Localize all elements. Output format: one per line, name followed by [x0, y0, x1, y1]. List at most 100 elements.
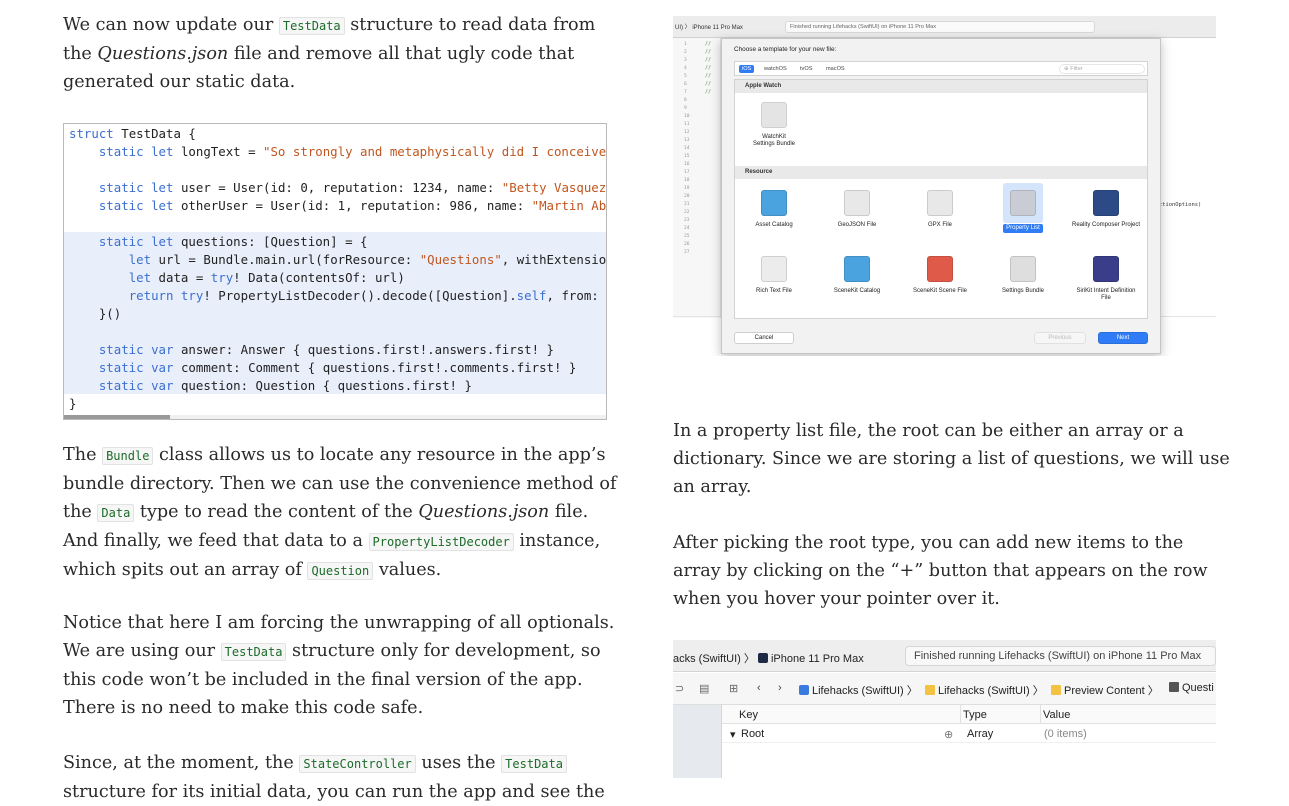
line-number: 23 — [684, 218, 690, 223]
template-label: GeoJSON File — [837, 222, 877, 228]
path-item-project[interactable]: Lifehacks (SwiftUI) 〉 — [799, 682, 918, 698]
template-label: Rich Text File — [756, 288, 792, 294]
code-line: static var question: Question { question… — [98, 378, 472, 393]
file-icon — [1169, 682, 1179, 692]
tab-macos[interactable]: macOS — [823, 65, 848, 73]
paragraph-add-items: After picking the root type, you can add… — [673, 529, 1233, 613]
text: After picking the root type, you can add… — [673, 533, 1208, 609]
path-item-file[interactable]: Questi — [1169, 682, 1214, 694]
code-block: struct TestData { static let longText = … — [63, 123, 607, 420]
line-number: 22 — [684, 210, 690, 215]
template-tile[interactable]: Settings Bundle — [988, 256, 1058, 295]
template-watchkit-settings[interactable]: WatchKit Settings Bundle — [739, 102, 809, 148]
device-name: iPhone 11 Pro Max — [770, 653, 864, 665]
template-tile[interactable]: Property List — [988, 183, 1058, 234]
line-number: 27 — [684, 250, 690, 255]
scrollbar-thumb[interactable] — [64, 415, 170, 419]
line-number: 17 — [684, 170, 690, 175]
section-header-resource: Resource — [735, 166, 1147, 179]
template-tile[interactable]: SiriKit Intent Definition File — [1071, 256, 1141, 302]
line-number: 8 — [684, 98, 687, 103]
template-label: GPX File — [927, 222, 952, 228]
code-comment: // — [705, 65, 712, 71]
line-number: 9 — [684, 106, 687, 111]
template-tile[interactable]: GPX File — [905, 190, 975, 229]
template-tile[interactable]: SceneKit Catalog — [822, 256, 892, 295]
template-label: Asset Catalog — [755, 222, 793, 228]
line-number: 4 — [684, 66, 687, 71]
column-type[interactable]: Type — [963, 709, 987, 721]
next-button[interactable]: Next — [1098, 332, 1148, 344]
code-line: static let questions: [Question] = { — [98, 234, 368, 249]
template-icon — [844, 256, 870, 282]
path-item-preview[interactable]: Preview Content 〉 — [1051, 682, 1159, 698]
row-stepper-icon[interactable]: ⊕ — [944, 728, 953, 741]
tab-watchos[interactable]: watchOS — [761, 65, 790, 73]
xcode-template-screenshot: UI) 〉 iPhone 11 Pro Max Finished running… — [673, 16, 1216, 356]
line-number: 1 — [684, 42, 687, 47]
code-line: } — [69, 396, 77, 411]
line-number: 14 — [684, 146, 690, 151]
template-label: Property List — [1003, 224, 1043, 233]
editor-gutter — [673, 705, 722, 778]
plist-header: Key Type Value — [722, 705, 1216, 724]
template-label: Reality Composer Project — [1071, 222, 1141, 228]
disclosure-triangle-icon[interactable]: ▾ — [730, 728, 736, 741]
row-key: Root — [741, 728, 765, 740]
code-line: static var comment: Comment { questions.… — [98, 360, 577, 375]
tab-ios[interactable]: iOS — [739, 65, 755, 73]
line-number: 16 — [684, 162, 690, 167]
back-arrow-icon[interactable]: ‹ — [757, 682, 761, 694]
paragraph-plist-root: In a property list file, the root can be… — [673, 417, 1233, 501]
editor-code-fragment: ctionOptions) — [1159, 202, 1202, 208]
row-type[interactable]: Array — [967, 728, 993, 740]
plist-row-root[interactable]: ▾ Root ⊕ Array (0 items) — [722, 725, 1216, 743]
code-line: static let longText = "So strongly and m… — [98, 144, 607, 159]
section-header-watch: Apple Watch — [735, 80, 1147, 93]
column-value[interactable]: Value — [1043, 709, 1070, 721]
template-icon — [927, 190, 953, 216]
tab-tvos[interactable]: tvOS — [797, 65, 815, 73]
line-number: 3 — [684, 58, 687, 63]
platform-tabs: iOS watchOS tvOS macOS ⊕ Filter — [734, 61, 1148, 76]
code-comment: // — [705, 89, 712, 95]
template-tile[interactable]: Reality Composer Project — [1071, 190, 1141, 229]
cancel-button[interactable]: Cancel — [734, 332, 794, 344]
previous-button[interactable]: Previous — [1034, 332, 1086, 344]
template-tile[interactable]: GeoJSON File — [822, 190, 892, 229]
inline-code-testdata: TestData — [501, 755, 567, 773]
scheme-name: acks (SwiftUI) 〉 — [673, 653, 755, 665]
template-tile[interactable]: Asset Catalog — [739, 190, 809, 229]
filter-field[interactable]: ⊕ Filter — [1059, 64, 1145, 74]
path-item-group[interactable]: Lifehacks (SwiftUI) 〉 — [925, 682, 1044, 698]
horizontal-scrollbar[interactable] — [64, 415, 606, 419]
line-number: 15 — [684, 154, 690, 159]
scheme-breadcrumb[interactable]: acks (SwiftUI) 〉 iPhone 11 Pro Max — [673, 650, 864, 666]
code-line: let url = Bundle.main.url(forResource: "… — [128, 252, 607, 267]
dialog-title: Choose a template for your new file: — [734, 46, 837, 53]
inline-code-statecontroller: StateController — [299, 755, 416, 773]
template-chooser-dialog: Choose a template for your new file: iOS… — [721, 38, 1161, 354]
line-number: 5 — [684, 74, 687, 79]
path-label: Questi — [1182, 682, 1214, 694]
line-number: 21 — [684, 202, 690, 207]
line-number: 26 — [684, 242, 690, 247]
comment-icon[interactable]: ▤ — [699, 682, 709, 695]
xcode-toolbar: acks (SwiftUI) 〉 iPhone 11 Pro Max Finis… — [673, 640, 1216, 672]
line-number: 2 — [684, 50, 687, 55]
paragraph-bundle: The Bundle class allows us to locate any… — [63, 441, 623, 585]
template-tile[interactable]: Rich Text File — [739, 256, 809, 295]
emphasis-filename: Questions.json — [418, 502, 550, 522]
forward-arrow-icon[interactable]: › — [778, 682, 782, 694]
template-tile[interactable]: SceneKit Scene File — [905, 256, 975, 295]
grid-icon[interactable]: ⊞ — [729, 682, 738, 695]
code-line: return try! PropertyListDecoder().decode… — [128, 288, 607, 303]
template-label: SiriKit Intent Definition File — [1076, 288, 1136, 301]
template-icon — [1010, 190, 1036, 216]
scheme-breadcrumb[interactable]: UI) 〉 iPhone 11 Pro Max — [675, 22, 743, 31]
code-comment: // — [705, 49, 712, 55]
template-icon — [927, 256, 953, 282]
related-items-icon[interactable]: ⊃ — [675, 682, 684, 695]
emphasis-filename: Questions.json — [97, 44, 229, 64]
column-key[interactable]: Key — [739, 709, 758, 721]
